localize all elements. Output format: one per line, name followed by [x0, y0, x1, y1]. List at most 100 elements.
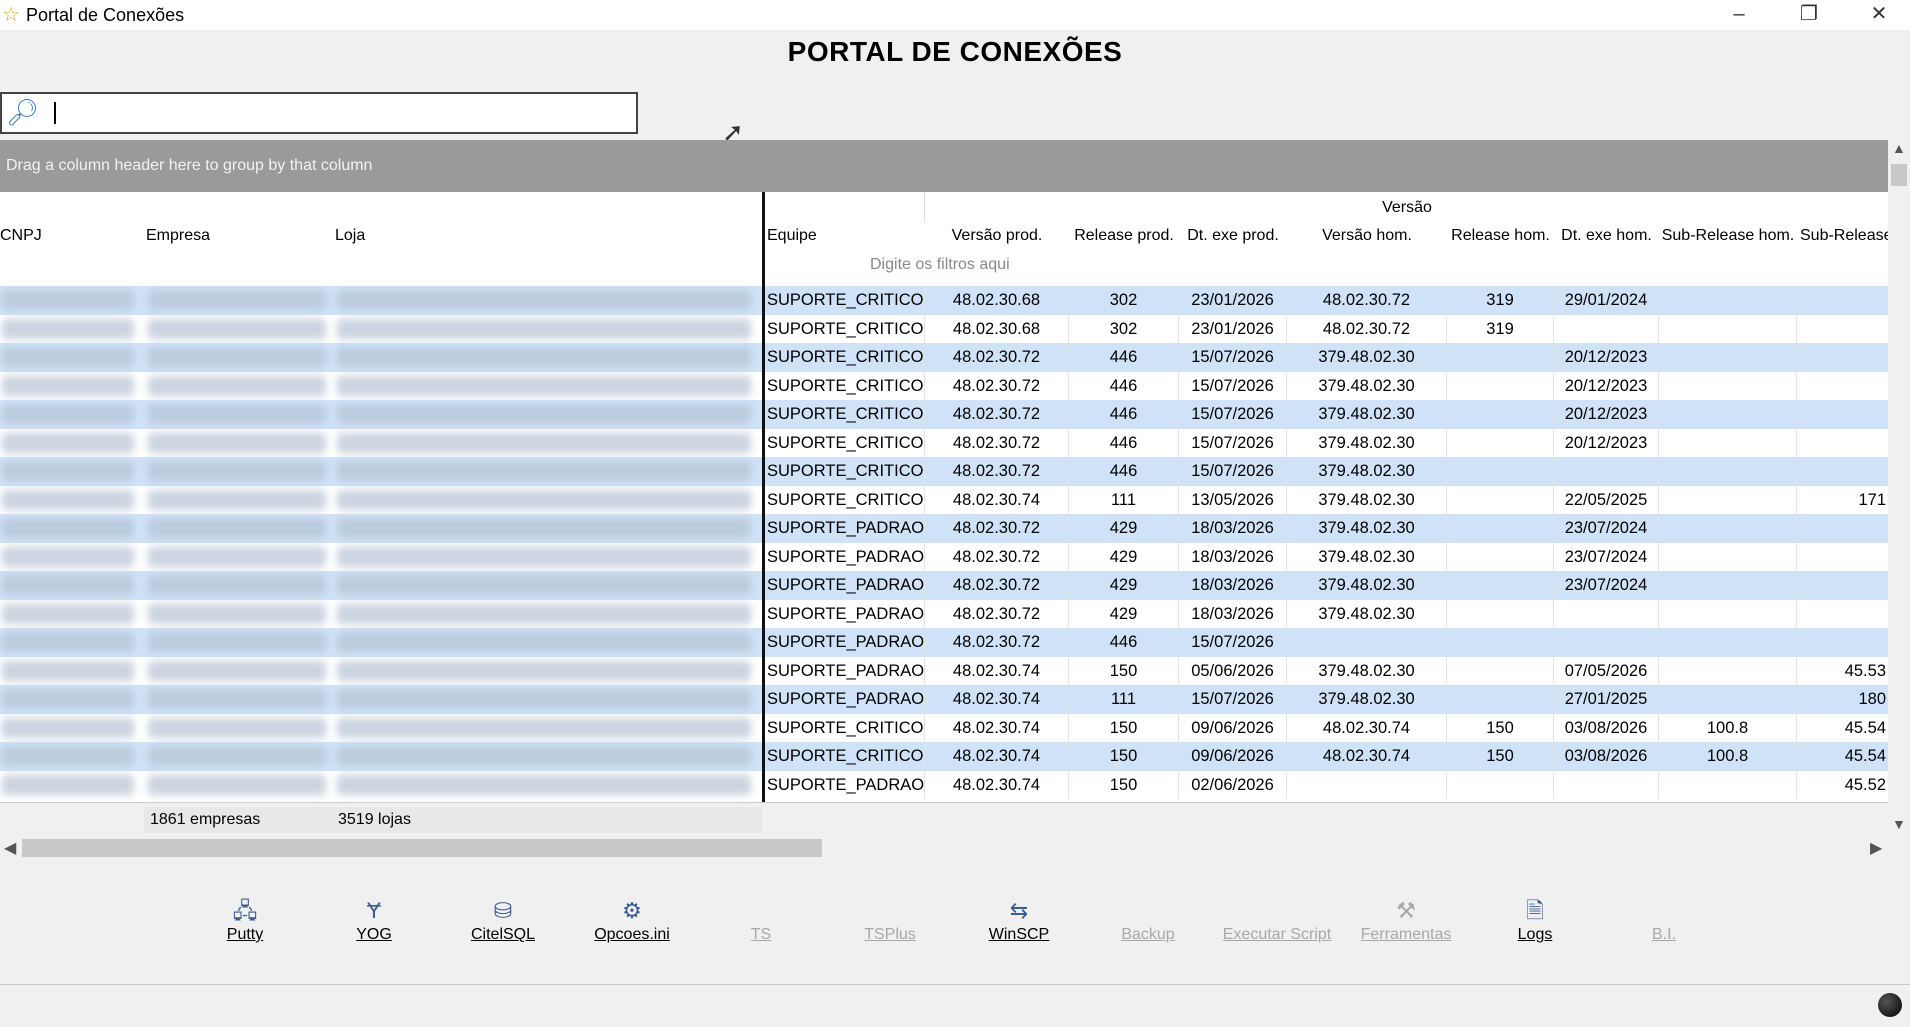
versao-prod-cell[interactable]: 48.02.30.74	[925, 485, 1069, 514]
release-hom-cell[interactable]	[1447, 457, 1554, 486]
toolbar-button-tsplus[interactable]: TSPlus	[835, 898, 945, 944]
table-row[interactable]: SUPORTE_PADRAO 48.02.30.72 429 18/03/2026 37…	[0, 599, 1888, 628]
scroll-down-icon[interactable]: ▼	[1892, 816, 1906, 832]
toolbar-button-ts[interactable]: TS	[706, 898, 816, 944]
sub-release-hom-cell[interactable]: 100.8	[1659, 713, 1797, 742]
equipe-cell[interactable]: SUPORTE_CRITICO	[765, 371, 925, 400]
versao-hom-cell[interactable]: 48.02.30.74	[1287, 713, 1447, 742]
col-header-versao-hom[interactable]: Versão hom.	[1287, 222, 1447, 250]
dt-exe-prod-cell[interactable]: 15/07/2026	[1179, 428, 1287, 457]
sub-release-cell[interactable]: 45.54	[1797, 714, 1888, 743]
versao-hom-cell[interactable]: 379.48.02.30	[1287, 542, 1447, 571]
release-hom-cell[interactable]	[1447, 485, 1554, 514]
sub-release-cell[interactable]: 171	[1797, 486, 1888, 515]
horizontal-scrollbar[interactable]: ◀ ▶	[0, 836, 1888, 860]
col-header-dt-exe-prod[interactable]: Dt. exe prod.	[1179, 222, 1287, 250]
release-prod-cell[interactable]: 429	[1069, 571, 1179, 600]
equipe-cell[interactable]: SUPORTE_CRITICO	[765, 400, 925, 429]
toolbar-button-opcoes-ini[interactable]: ⚙ Opcoes.ini	[577, 898, 687, 944]
release-prod-cell[interactable]: 111	[1069, 685, 1179, 714]
release-prod-cell[interactable]: 446	[1069, 628, 1179, 657]
toolbar-button-backup[interactable]: Backup	[1093, 898, 1203, 944]
release-prod-cell[interactable]: 111	[1069, 485, 1179, 514]
table-row[interactable]: SUPORTE_PADRAO 48.02.30.72 429 18/03/2026 37…	[0, 514, 1888, 543]
versao-hom-cell[interactable]	[1287, 770, 1447, 799]
dt-exe-prod-cell[interactable]: 15/07/2026	[1179, 343, 1287, 372]
release-prod-cell[interactable]: 150	[1069, 742, 1179, 771]
versao-hom-cell[interactable]	[1287, 628, 1447, 657]
table-row[interactable]: SUPORTE_CRITICO 48.02.30.74 150 09/06/2026 4…	[0, 742, 1888, 771]
versao-prod-cell[interactable]: 48.02.30.72	[925, 514, 1069, 543]
equipe-cell[interactable]: SUPORTE_PADRAO	[765, 571, 925, 600]
toolbar-button-winscp[interactable]: ⇆ WinSCP	[964, 898, 1074, 944]
sub-release-cell[interactable]	[1797, 372, 1888, 401]
versao-prod-cell[interactable]: 48.02.30.74	[925, 742, 1069, 771]
versao-hom-cell[interactable]: 379.48.02.30	[1287, 343, 1447, 372]
versao-prod-cell[interactable]: 48.02.30.72	[925, 457, 1069, 486]
search-input[interactable]	[48, 98, 622, 130]
sub-release-cell[interactable]	[1797, 315, 1888, 344]
versao-hom-cell[interactable]: 379.48.02.30	[1287, 656, 1447, 685]
sub-release-hom-cell[interactable]	[1659, 628, 1797, 657]
table-row[interactable]: SUPORTE_PADRAO 48.02.30.72 429 18/03/2026 37…	[0, 542, 1888, 571]
dt-exe-hom-cell[interactable]	[1554, 314, 1659, 343]
col-header-release-hom[interactable]: Release hom.	[1447, 222, 1554, 250]
sub-release-cell[interactable]	[1797, 343, 1888, 372]
sub-release-cell[interactable]	[1797, 400, 1888, 429]
dt-exe-hom-cell[interactable]: 29/01/2024	[1554, 286, 1659, 315]
toolbar-button-logs[interactable]: 🗎 Logs	[1480, 898, 1590, 944]
dt-exe-hom-cell[interactable]	[1554, 457, 1659, 486]
scroll-up-icon[interactable]: ▲	[1892, 140, 1906, 156]
release-hom-cell[interactable]	[1447, 599, 1554, 628]
versao-hom-cell[interactable]: 379.48.02.30	[1287, 571, 1447, 600]
col-header-versao-prod[interactable]: Versão prod.	[925, 222, 1069, 250]
release-prod-cell[interactable]: 446	[1069, 400, 1179, 429]
equipe-cell[interactable]: SUPORTE_CRITICO	[765, 713, 925, 742]
connections-grid[interactable]: Versão CNPJ Empresa Loja Equipe Versão p…	[0, 192, 1888, 802]
sub-release-cell[interactable]: 180	[1797, 685, 1888, 714]
toolbar-button-yog[interactable]: Ɏ YOG	[319, 898, 429, 944]
col-header-cnpj[interactable]: CNPJ	[0, 222, 144, 250]
toolbar-button-citelsql[interactable]: ⛁ CitelSQL	[448, 898, 558, 944]
release-prod-cell[interactable]: 429	[1069, 514, 1179, 543]
dt-exe-prod-cell[interactable]: 18/03/2026	[1179, 542, 1287, 571]
dt-exe-prod-cell[interactable]: 18/03/2026	[1179, 514, 1287, 543]
dt-exe-prod-cell[interactable]: 18/03/2026	[1179, 571, 1287, 600]
sub-release-hom-cell[interactable]: 100.8	[1659, 742, 1797, 771]
equipe-cell[interactable]: SUPORTE_PADRAO	[765, 599, 925, 628]
filter-row[interactable]: Digite os filtros aqui	[0, 250, 1888, 278]
versao-prod-cell[interactable]: 48.02.30.72	[925, 628, 1069, 657]
versao-prod-cell[interactable]: 48.02.30.72	[925, 542, 1069, 571]
versao-hom-cell[interactable]: 379.48.02.30	[1287, 685, 1447, 714]
dt-exe-prod-cell[interactable]: 15/07/2026	[1179, 371, 1287, 400]
dt-exe-prod-cell[interactable]: 09/06/2026	[1179, 742, 1287, 771]
dt-exe-prod-cell[interactable]: 02/06/2026	[1179, 770, 1287, 799]
toolbar-button-ferramentas[interactable]: ⚒ Ferramentas	[1351, 898, 1461, 944]
equipe-cell[interactable]: SUPORTE_CRITICO	[765, 485, 925, 514]
release-prod-cell[interactable]: 446	[1069, 428, 1179, 457]
versao-hom-cell[interactable]: 379.48.02.30	[1287, 400, 1447, 429]
dt-exe-prod-cell[interactable]: 15/07/2026	[1179, 457, 1287, 486]
dt-exe-prod-cell[interactable]: 15/07/2026	[1179, 628, 1287, 657]
equipe-cell[interactable]: SUPORTE_CRITICO	[765, 314, 925, 343]
scroll-right-icon[interactable]: ▶	[1870, 838, 1882, 858]
dt-exe-prod-cell[interactable]: 15/07/2026	[1179, 685, 1287, 714]
dt-exe-hom-cell[interactable]	[1554, 599, 1659, 628]
minimize-button[interactable]: –	[1704, 0, 1774, 30]
table-row[interactable]: SUPORTE_CRITICO 48.02.30.72 446 15/07/2026 3…	[0, 400, 1888, 429]
sub-release-hom-cell[interactable]	[1659, 685, 1797, 714]
dt-exe-hom-cell[interactable]: 03/08/2026	[1554, 742, 1659, 771]
release-hom-cell[interactable]	[1447, 343, 1554, 372]
sub-release-cell[interactable]	[1797, 286, 1888, 315]
table-row[interactable]: SUPORTE_CRITICO 48.02.30.68 302 23/01/2026 4…	[0, 286, 1888, 315]
equipe-cell[interactable]: SUPORTE_CRITICO	[765, 457, 925, 486]
release-hom-cell[interactable]: 319	[1447, 286, 1554, 315]
release-prod-cell[interactable]: 446	[1069, 371, 1179, 400]
versao-hom-cell[interactable]: 48.02.30.72	[1287, 314, 1447, 343]
frozen-column-separator[interactable]	[762, 192, 765, 802]
versao-prod-cell[interactable]: 48.02.30.74	[925, 770, 1069, 799]
table-row[interactable]: SUPORTE_CRITICO 48.02.30.72 446 15/07/2026 3…	[0, 343, 1888, 372]
versao-hom-cell[interactable]: 379.48.02.30	[1287, 485, 1447, 514]
toolbar-button-b-i-[interactable]: B.I.	[1609, 898, 1719, 944]
dt-exe-prod-cell[interactable]: 18/03/2026	[1179, 599, 1287, 628]
